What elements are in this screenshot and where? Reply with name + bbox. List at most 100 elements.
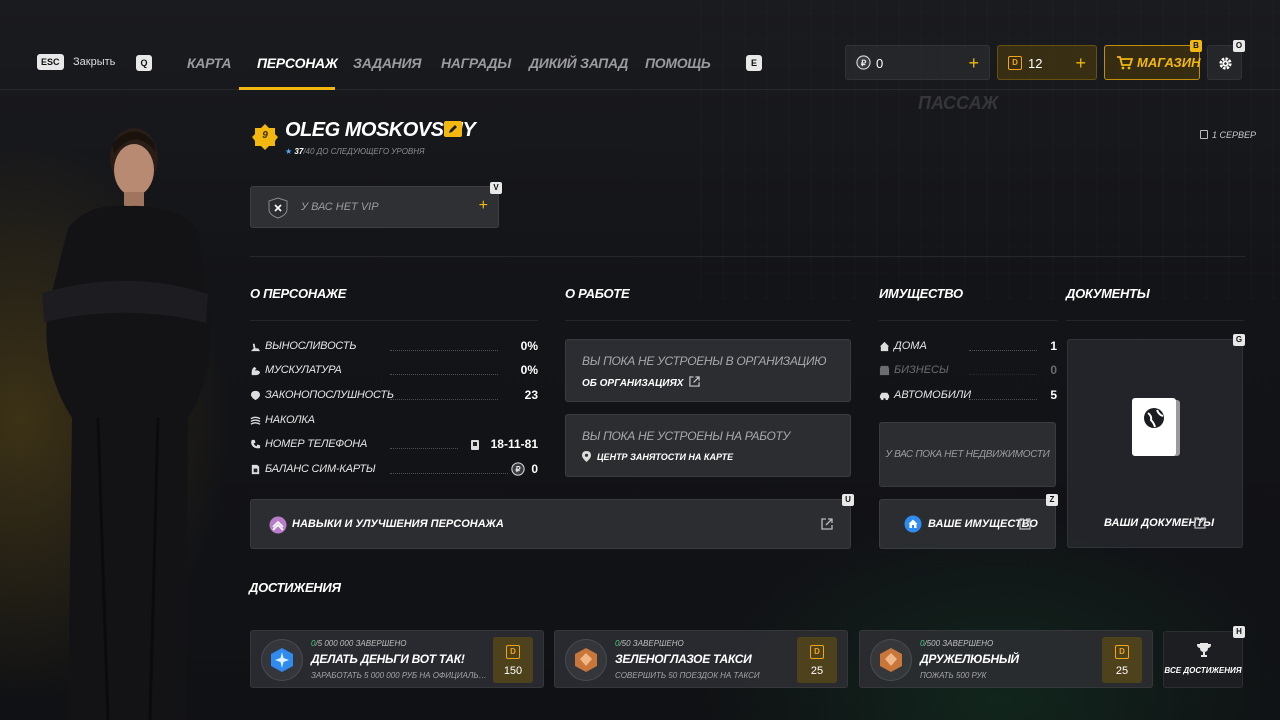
property-title: ИМУЩЕСТВО bbox=[879, 286, 963, 301]
no-vip-shield-icon bbox=[268, 197, 288, 219]
external-link-icon bbox=[689, 376, 700, 387]
trophy-icon bbox=[1197, 643, 1211, 657]
achievement-card[interactable]: 0/50 ЗАВЕРШЕНО ЗЕЛЕНОГЛАЗОЕ ТАКСИ СОВЕРШ… bbox=[554, 630, 848, 688]
property-key-hint: Z bbox=[1046, 494, 1058, 506]
about-divider bbox=[250, 320, 538, 321]
tab-map[interactable]: КАРТА bbox=[187, 55, 231, 71]
achievement-card[interactable]: 0/500 ЗАВЕРШЕНО ДРУЖЕЛЮБНЫЙ ПОЖАТЬ 500 Р… bbox=[859, 630, 1153, 688]
background-sign: ПАССАЖ bbox=[918, 93, 999, 113]
property-house-icon bbox=[904, 515, 922, 533]
property-row-businesses: БИЗНЕСЫ 0 bbox=[879, 363, 1057, 379]
xp-max: /40 bbox=[303, 147, 315, 156]
level-number: 9 bbox=[262, 130, 268, 141]
achievement-desc: ПОЖАТЬ 500 РУК bbox=[920, 671, 987, 680]
skills-button[interactable]: НАВЫКИ И УЛУЧШЕНИЯ ПЕРСОНАЖА bbox=[250, 499, 851, 549]
vip-label: У ВАС НЕТ VIP bbox=[301, 201, 379, 213]
tab-character[interactable]: ПЕРСОНАЖ bbox=[257, 55, 338, 71]
stat-row-stamina: ВЫНОСЛИВОСТЬ 0% bbox=[250, 339, 538, 355]
rub-amount: 0 bbox=[876, 56, 884, 71]
currency-donate: D 12 + bbox=[997, 45, 1097, 80]
vip-key-hint: V bbox=[490, 182, 502, 194]
stat-value: 0% bbox=[520, 339, 538, 353]
achievement-card[interactable]: 0/5 000 000 ЗАВЕРШЕНО ДЕЛАТЬ ДЕНЬГИ ВОТ … bbox=[250, 630, 544, 688]
buy-vip-button[interactable]: + bbox=[479, 197, 488, 215]
no-real-estate-card: У ВАС ПОКА НЕТ НЕДВИЖИМОСТИ bbox=[879, 422, 1056, 487]
org-status: ВЫ ПОКА НЕ УСТРОЕНЫ В ОРГАНИЗАЦИЮ bbox=[582, 354, 827, 368]
skills-key-hint: U bbox=[842, 494, 854, 506]
job-status: ВЫ ПОКА НЕ УСТРОЕНЫ НА РАБОТУ bbox=[582, 429, 790, 443]
svg-text:₽: ₽ bbox=[515, 465, 520, 474]
skills-upgrade-icon bbox=[269, 516, 287, 534]
server-indicator: 1 СЕРВЕР bbox=[1200, 130, 1256, 140]
external-link-icon bbox=[1019, 518, 1031, 530]
all-achievements-button[interactable]: ВСЕ ДОСТИЖЕНИЯ bbox=[1163, 631, 1243, 688]
achievements-key-hint: H bbox=[1233, 626, 1245, 638]
muscle-icon bbox=[251, 366, 261, 376]
achievement-reward: D 150 bbox=[493, 637, 533, 683]
add-donate-button[interactable]: + bbox=[1075, 53, 1086, 74]
xp-current: 37 bbox=[294, 147, 304, 156]
character-screen: ПАССАЖ ESC Закрыть Q КАРТА ПЕРСОНАЖ ЗАДА… bbox=[0, 0, 1280, 720]
rub-coin-icon: ₽ bbox=[856, 55, 871, 70]
tab-wild-west[interactable]: ДИКИЙ ЗАПАД bbox=[529, 55, 628, 71]
add-rub-button[interactable]: + bbox=[968, 53, 979, 74]
about-organizations-link[interactable]: ОБ ОРГАНИЗАЦИЯХ bbox=[582, 376, 700, 389]
reward-amount: 150 bbox=[503, 665, 523, 677]
medal-frame bbox=[870, 639, 912, 681]
svg-text:₽: ₽ bbox=[861, 58, 866, 68]
work-title: О РАБОТЕ bbox=[565, 286, 630, 301]
property-value: 0 bbox=[1050, 363, 1057, 377]
stat-row-law: ЗАКОНОПОСЛУШНОСТЬ 23 bbox=[250, 388, 538, 404]
phone-book-icon bbox=[471, 440, 479, 450]
donate-amount: 12 bbox=[1028, 56, 1043, 71]
stat-row-muscle: МУСКУЛАТУРА 0% bbox=[250, 363, 538, 379]
org-link-label: ОБ ОРГАНИЗАЦИЯХ bbox=[582, 378, 684, 389]
property-label: БИЗНЕСЫ bbox=[894, 364, 949, 376]
xp-label: ДО СЛЕДУЮЩЕГО УРОВНЯ bbox=[316, 147, 425, 156]
skills-label: НАВЫКИ И УЛУЧШЕНИЯ ПЕРСОНАЖА bbox=[292, 518, 504, 530]
work-divider bbox=[565, 320, 851, 321]
achievement-reward: D 25 bbox=[797, 637, 837, 683]
tab-help[interactable]: ПОМОЩЬ bbox=[645, 55, 711, 71]
medal-frame bbox=[565, 639, 607, 681]
close-button[interactable]: Закрыть bbox=[73, 56, 115, 68]
property-divider bbox=[879, 320, 1057, 321]
edit-name-button[interactable] bbox=[444, 121, 462, 137]
employment-center-link[interactable]: ЦЕНТР ЗАНЯТОСТИ НА КАРТЕ bbox=[582, 451, 733, 462]
achievements-title: ДОСТИЖЕНИЯ bbox=[249, 580, 341, 595]
documents-card[interactable]: ВАШИ ДОКУМЕНТЫ bbox=[1067, 339, 1243, 548]
active-tab-indicator bbox=[239, 87, 335, 90]
gear-icon bbox=[1219, 57, 1232, 70]
shop-button[interactable]: МАГАЗИН bbox=[1104, 45, 1201, 80]
organization-card: ВЫ ПОКА НЕ УСТРОЕНЫ В ОРГАНИЗАЦИЮ ОБ ОРГ… bbox=[565, 339, 851, 402]
stat-value: 0 bbox=[531, 462, 538, 476]
external-link-icon bbox=[1194, 517, 1206, 529]
stat-value: 23 bbox=[524, 388, 538, 402]
property-row-cars: АВТОМОБИЛИ 5 bbox=[879, 388, 1057, 404]
law-icon bbox=[250, 390, 261, 401]
tab-rewards[interactable]: НАГРАДЫ bbox=[441, 55, 511, 71]
shop-key-hint: B bbox=[1190, 40, 1202, 52]
map-pin-icon bbox=[582, 451, 591, 462]
tab-quests[interactable]: ЗАДАНИЯ bbox=[353, 55, 421, 71]
donate-coin-icon: D bbox=[506, 645, 520, 659]
vip-banner[interactable]: У ВАС НЕТ VIP + bbox=[250, 186, 499, 228]
property-value: 1 bbox=[1050, 339, 1057, 353]
stat-label: ВЫНОСЛИВОСТЬ bbox=[265, 340, 357, 352]
server-label: 1 СЕРВЕР bbox=[1212, 130, 1257, 140]
about-title: О ПЕРСОНАЖЕ bbox=[250, 286, 347, 301]
achievement-title: ДРУЖЕЛЮБНЫЙ bbox=[920, 652, 1019, 666]
stat-label: ЗАКОНОПОСЛУШНОСТЬ bbox=[265, 389, 394, 401]
stat-row-phone: НОМЕР ТЕЛЕФОНА 18-11-81 bbox=[250, 437, 538, 453]
next-tab-key-hint: E bbox=[746, 55, 762, 71]
stat-value: 0% bbox=[520, 363, 538, 377]
your-property-button[interactable]: ВАШЕ ИМУЩЕСТВО bbox=[879, 499, 1056, 549]
documents-title: ДОКУМЕНТЫ bbox=[1066, 286, 1150, 301]
property-value: 5 bbox=[1050, 388, 1057, 402]
bronze-medal-icon bbox=[880, 648, 902, 672]
achievement-reward: D 25 bbox=[1102, 637, 1142, 683]
donate-coin-icon: D bbox=[1115, 645, 1129, 659]
diamond-medal-icon bbox=[271, 648, 293, 672]
stat-row-sim-balance: БАЛАНС СИМ-КАРТЫ ₽ 0 bbox=[250, 462, 538, 478]
job-card: ВЫ ПОКА НЕ УСТРОЕНЫ НА РАБОТУ ЦЕНТР ЗАНЯ… bbox=[565, 414, 851, 477]
